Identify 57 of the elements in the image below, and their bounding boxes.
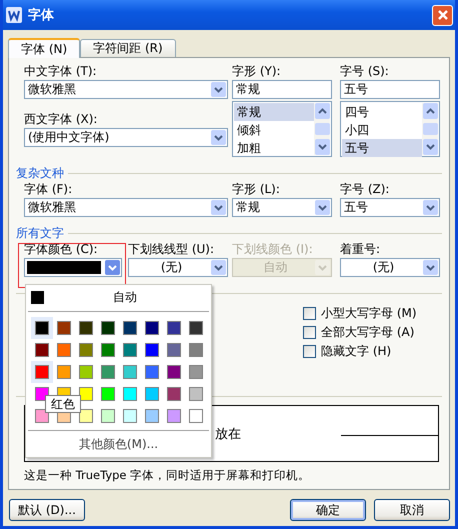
dropdown[interactable]: (无) — [340, 258, 440, 277]
field-label: 字号 (Z): — [340, 182, 390, 198]
checkbox-label: 隐藏文字 (H) — [321, 343, 392, 360]
dropdown[interactable]: 微软雅黑 — [24, 198, 228, 217]
scroll-up-icon[interactable] — [426, 108, 434, 114]
section-title: 复杂文种 — [16, 164, 64, 182]
field-label: 字形 (L): — [232, 182, 281, 198]
input-field[interactable]: 五号 — [340, 80, 440, 99]
dialog-button[interactable]: 取消 — [374, 499, 450, 521]
checkbox[interactable] — [303, 326, 316, 339]
field-label: 字体颜色 (C): — [24, 242, 99, 258]
section-title: 所有文字 — [16, 224, 64, 242]
field-label: 着重号: — [340, 242, 382, 258]
input-field[interactable]: 常规 — [232, 80, 332, 99]
checkbox[interactable] — [303, 307, 316, 320]
close-button[interactable] — [432, 4, 453, 26]
window-title: 字体 — [28, 6, 54, 24]
scrollbar[interactable] — [314, 103, 330, 155]
tooltip: 红色 — [45, 395, 81, 413]
field-label: 下划线线型 (U): — [128, 242, 216, 258]
list-item[interactable]: 常规 — [234, 103, 314, 121]
field-label: 字号 (S): — [340, 64, 390, 80]
color-swatch[interactable] — [31, 361, 53, 383]
tab[interactable]: 字体 (N) — [8, 38, 80, 58]
font-dropdown[interactable]: 微软雅黑 — [24, 80, 228, 99]
checkbox-label: 全部大写字母 (A) — [321, 324, 414, 341]
field-label: 字体 (F): — [24, 182, 74, 198]
preview-text: 放在 — [215, 426, 241, 442]
list-item[interactable]: 小四 — [342, 121, 422, 139]
list-item[interactable]: 四号 — [342, 103, 422, 121]
list-item[interactable]: 加粗 — [234, 139, 314, 157]
dropdown[interactable]: 常规 — [232, 198, 332, 217]
field-label: 下划线颜色 (I): — [232, 242, 314, 258]
scrollbar[interactable] — [422, 103, 438, 155]
description-text: 这是一种 TrueType 字体，同时适用于屏幕和打印机。 — [24, 468, 312, 483]
field-label: 中文字体 (T): — [24, 64, 98, 80]
checkbox-label: 小型大写字母 (M) — [321, 305, 417, 322]
color-swatch[interactable] — [31, 317, 53, 339]
dropdown[interactable]: (无) — [128, 258, 228, 277]
more-colors-option[interactable]: 其他颜色(M)... — [26, 434, 211, 454]
automatic-color-option[interactable]: 自动 — [26, 286, 211, 308]
dialog-button[interactable]: 默认 (D)... — [9, 499, 85, 521]
dialog-button[interactable]: 确定 — [290, 499, 366, 521]
checkbox[interactable] — [303, 345, 316, 358]
field-label: 字形 (Y): — [232, 64, 282, 80]
font-dropdown[interactable]: (使用中文字体) — [24, 128, 228, 147]
dropdown[interactable]: 五号 — [340, 198, 440, 217]
close-icon — [436, 9, 448, 21]
list-item[interactable]: 五号 — [342, 139, 422, 157]
scroll-up-icon[interactable] — [318, 108, 326, 114]
color-dropdown[interactable] — [24, 258, 122, 277]
document-w-icon — [6, 7, 22, 23]
field-label: 西文字体 (X): — [24, 112, 98, 128]
list-item[interactable]: 倾斜 — [234, 121, 314, 139]
tab[interactable]: 字符间距 (R) — [80, 39, 176, 57]
scroll-down-icon[interactable] — [426, 144, 434, 150]
scroll-down-icon[interactable] — [318, 144, 326, 150]
